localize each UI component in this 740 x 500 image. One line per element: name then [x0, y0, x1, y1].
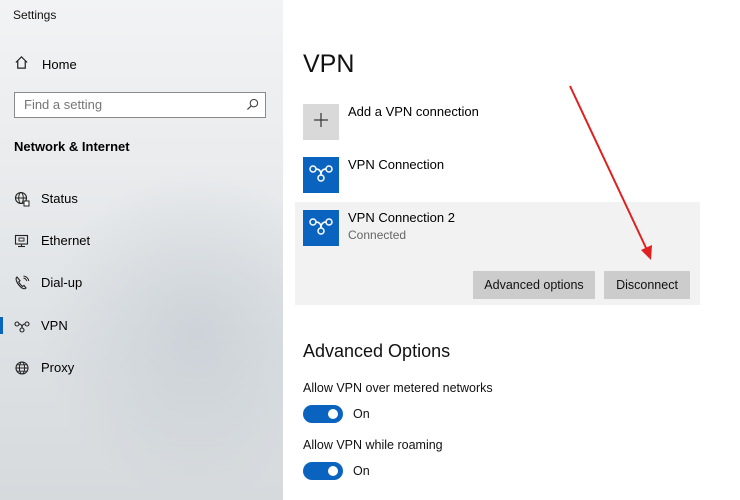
vpn-tile [303, 157, 339, 193]
vpn-connection-name: VPN Connection 2 [348, 210, 455, 225]
sidebar-item-label: VPN [41, 318, 68, 333]
sidebar-item-label: Dial-up [41, 275, 83, 290]
vpn-connection-item[interactable]: VPN Connection [303, 157, 444, 193]
sidebar-item-label: Proxy [41, 360, 75, 375]
toggle-knob [328, 466, 338, 476]
globe-status-icon [14, 191, 30, 207]
sidebar-item-vpn[interactable]: VPN [0, 311, 283, 341]
nav-home[interactable]: Home [14, 55, 77, 73]
roaming-option-label: Allow VPN while roaming [303, 438, 443, 452]
sidebar-item-label: Ethernet [41, 233, 91, 248]
add-tile [303, 104, 339, 140]
search-box[interactable] [14, 92, 266, 118]
search-input[interactable] [24, 97, 234, 112]
sidebar: Settings Home Network & Internet Status … [0, 0, 283, 500]
window-title: Settings [13, 8, 57, 22]
page-title: VPN [303, 50, 355, 78]
advanced-options-heading: Advanced Options [303, 341, 451, 361]
vpn-icon [309, 216, 333, 241]
roaming-toggle-state: On [353, 464, 370, 478]
vpn-icon [309, 163, 333, 188]
search-icon[interactable] [246, 98, 259, 116]
sidebar-item-status[interactable]: Status [0, 184, 283, 214]
vpn-connection-item[interactable]: VPN Connection 2 Connected [303, 210, 455, 246]
connection-status: Connected [348, 228, 407, 242]
advanced-options-button[interactable]: Advanced options [473, 271, 595, 299]
plus-icon [313, 112, 329, 133]
add-vpn-label: Add a VPN connection [348, 104, 479, 119]
vpn-connection-name: VPN Connection [348, 157, 445, 172]
roaming-toggle[interactable] [303, 462, 343, 480]
sidebar-item-proxy[interactable]: Proxy [0, 353, 283, 383]
add-vpn-connection[interactable]: Add a VPN connection [303, 104, 479, 140]
dialup-phone-icon [14, 275, 30, 291]
vpn-tile [303, 210, 339, 246]
nav-home-label: Home [42, 56, 77, 72]
vpn-icon [14, 318, 30, 334]
metered-toggle-state: On [353, 407, 370, 421]
sidebar-item-label: Status [41, 191, 78, 206]
metered-option-label: Allow VPN over metered networks [303, 381, 493, 395]
disconnect-button[interactable]: Disconnect [604, 271, 690, 299]
globe-icon [14, 360, 30, 376]
section-title: Network & Internet [14, 139, 130, 154]
sidebar-item-dialup[interactable]: Dial-up [0, 268, 283, 298]
sidebar-item-ethernet[interactable]: Ethernet [0, 226, 283, 256]
toggle-knob [328, 409, 338, 419]
metered-toggle[interactable] [303, 405, 343, 423]
ethernet-monitor-icon [14, 233, 30, 249]
home-icon [14, 55, 29, 73]
